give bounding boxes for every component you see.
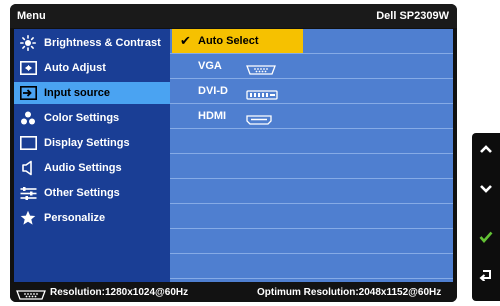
menu-item-color-settings[interactable]: Color Settings [14,107,170,129]
audio-icon [19,160,37,176]
option-label: Auto Select [198,35,259,47]
empty-row [170,154,453,179]
other-settings-icon [19,185,37,201]
option-row: DVI-D [170,79,453,104]
confirm-button[interactable] [472,223,500,251]
menu-item-auto-adjust[interactable]: Auto Adjust [14,57,170,79]
option-label: VGA [198,60,222,72]
menu-title: Menu [17,10,46,22]
status-bar: Resolution:1280x1024@60Hz Optimum Resolu… [10,283,457,302]
submenu-options: ✔ Auto Select VGA DVI-D HDMI [170,29,453,282]
option-vga[interactable]: VGA [172,55,453,77]
empty-row [170,254,453,279]
checkmark-icon [479,231,493,243]
back-button[interactable] [472,261,500,289]
back-icon [479,270,491,281]
menu-item-display-settings[interactable]: Display Settings [14,132,170,154]
optimum-resolution: Optimum Resolution:2048x1152@60Hz [257,287,442,298]
current-resolution: Resolution:1280x1024@60Hz [50,287,189,298]
title-bar: Menu Dell SP2309W [10,4,457,28]
down-button[interactable] [472,175,500,203]
star-icon [19,210,37,226]
main-menu: Brightness & Contrast Auto Adjust Input … [14,29,170,282]
menu-item-audio-settings[interactable]: Audio Settings [14,157,170,179]
empty-row [170,179,453,204]
option-row: ✔ Auto Select [170,29,453,54]
menu-item-label: Input source [44,87,111,99]
empty-row [170,129,453,154]
option-hdmi[interactable]: HDMI [172,105,453,127]
menu-item-label: Auto Adjust [44,62,106,74]
display-settings-icon [19,135,37,151]
menu-item-label: Audio Settings [44,162,122,174]
option-row: VGA [170,54,453,79]
monitor-model: Dell SP2309W [376,10,449,22]
brightness-icon [19,35,37,51]
option-label: DVI-D [198,85,228,97]
up-arrow-icon [480,145,492,153]
vga-connector-icon [16,288,46,302]
option-auto-select[interactable]: ✔ Auto Select [172,29,303,53]
up-button[interactable] [472,135,500,163]
option-dvi-d[interactable]: DVI-D [172,80,453,102]
osd-window: Menu Dell SP2309W Brightness & Contrast … [10,4,457,302]
menu-item-label: Other Settings [44,187,120,199]
osd-panel: Brightness & Contrast Auto Adjust Input … [14,29,453,282]
menu-item-brightness-contrast[interactable]: Brightness & Contrast [14,32,170,54]
input-source-icon [19,85,37,101]
auto-adjust-icon [19,60,37,76]
side-button-bar [472,133,500,301]
menu-item-label: Brightness & Contrast [44,37,161,49]
down-arrow-icon [480,185,492,193]
option-label: HDMI [198,110,227,122]
checkmark-icon: ✔ [180,33,191,48]
empty-row [170,204,453,229]
menu-item-other-settings[interactable]: Other Settings [14,182,170,204]
menu-item-input-source[interactable]: Input source [14,82,170,104]
option-row: HDMI [170,104,453,129]
menu-item-label: Display Settings [44,137,130,149]
menu-item-personalize[interactable]: Personalize [14,207,170,229]
empty-row [170,229,453,254]
color-settings-icon [19,110,37,126]
menu-item-label: Color Settings [44,112,120,124]
menu-item-label: Personalize [44,212,106,224]
